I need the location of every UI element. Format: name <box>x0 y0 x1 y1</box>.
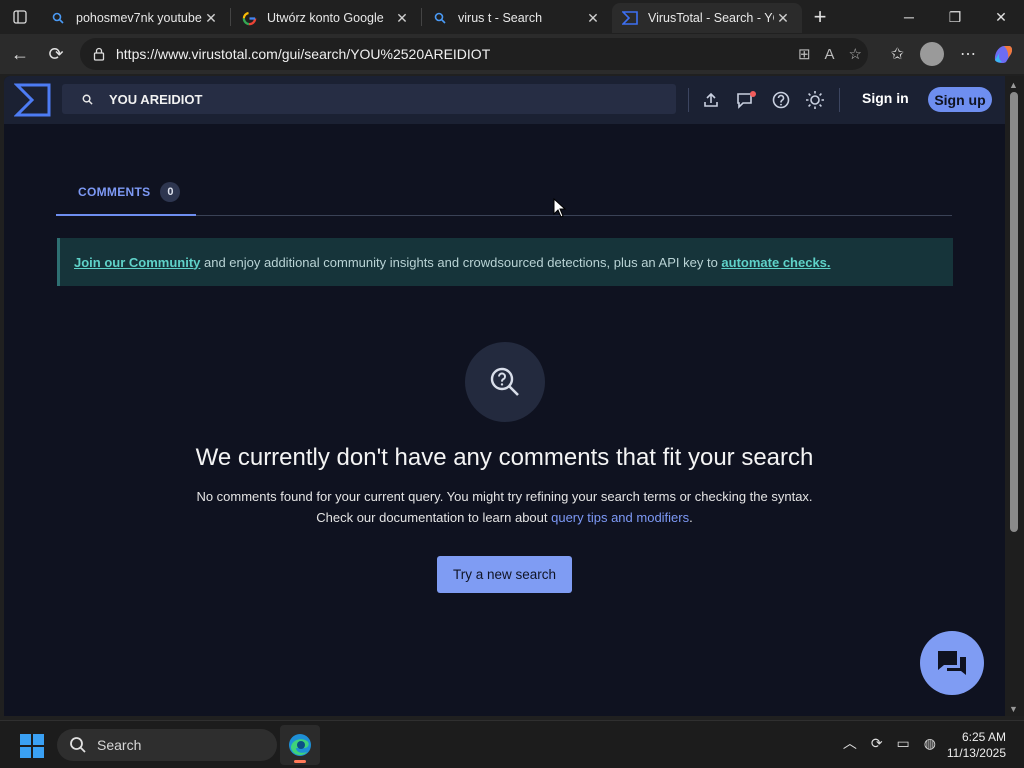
active-app-indicator <box>294 760 306 763</box>
update-sync-icon[interactable]: ⟳ <box>871 735 883 752</box>
close-tab-icon[interactable]: ✕ <box>584 10 602 27</box>
empty-state-docs-line: Check our documentation to learn about q… <box>4 510 1005 525</box>
banner-text: and enjoy additional community insights … <box>200 254 722 270</box>
tab-comments-label: COMMENTS <box>78 185 151 199</box>
virustotal-logo[interactable] <box>14 82 52 118</box>
search-icon <box>50 10 66 26</box>
page-scrollbar[interactable]: ▲ ▼ <box>1005 76 1024 716</box>
query-tips-link[interactable]: query tips and modifiers <box>551 510 689 525</box>
network-volume-icon[interactable]: ◍ <box>924 735 936 752</box>
start-menu-icon[interactable] <box>20 734 44 758</box>
header-divider <box>839 88 840 112</box>
google-icon <box>241 10 257 26</box>
virustotal-icon <box>622 10 638 26</box>
scroll-up-icon[interactable]: ▲ <box>1009 80 1018 90</box>
windows-taskbar: Search ︿ ⟳ ▭ ◍ 6:25 AM 11/13/2025 <box>0 720 1024 768</box>
restore-icon[interactable]: ❐ <box>932 0 978 34</box>
edge-taskbar-button[interactable] <box>280 725 320 765</box>
taskbar-search-box[interactable]: Search <box>57 729 277 761</box>
search-question-icon <box>490 367 519 396</box>
empty-state-title: We currently don't have any comments tha… <box>195 444 814 471</box>
read-aloud-icon[interactable]: A <box>825 46 835 63</box>
chat-icon <box>938 651 966 675</box>
tab-actions-button[interactable] <box>0 0 40 34</box>
comments-count-badge: 0 <box>160 182 181 202</box>
scroll-down-icon[interactable]: ▼ <box>1009 704 1018 714</box>
copilot-icon[interactable] <box>992 44 1014 64</box>
mouse-cursor-icon <box>553 198 567 218</box>
taskbar-search-label: Search <box>97 737 142 753</box>
empty-search-illustration <box>465 342 545 422</box>
browser-tab-1[interactable]: pohosmev7nk youtube - ✕ <box>40 3 230 33</box>
app-available-icon[interactable]: ⊞ <box>798 45 811 63</box>
join-community-link[interactable]: Join our Community <box>74 255 200 270</box>
browser-tab-strip: pohosmev7nk youtube - ✕ Utwórz konto Goo… <box>0 0 1024 34</box>
header-divider <box>688 88 689 112</box>
sign-in-link[interactable]: Sign in <box>862 90 909 106</box>
scrollbar-thumb[interactable] <box>1010 92 1018 532</box>
search-icon <box>70 737 86 753</box>
sign-up-button[interactable]: Sign up <box>928 87 992 112</box>
help-icon[interactable] <box>769 88 793 112</box>
new-tab-button[interactable]: + <box>802 4 838 30</box>
back-icon[interactable]: ← <box>2 38 38 70</box>
close-tab-icon[interactable]: ✕ <box>393 10 411 27</box>
docs-text: Check our documentation to learn about <box>316 510 552 525</box>
tab-actions-icon <box>13 10 27 24</box>
empty-state-description: No comments found for your current query… <box>196 489 813 504</box>
chat-button[interactable] <box>920 631 984 695</box>
close-window-icon[interactable]: ✕ <box>978 0 1024 34</box>
edge-icon <box>289 734 311 756</box>
tab-title: Utwórz konto Google <box>267 11 384 25</box>
search-icon <box>82 94 93 105</box>
browser-tab-4-active[interactable]: VirusTotal - Search - YOU ✕ <box>612 3 802 33</box>
tab-comments[interactable]: COMMENTS 0 <box>56 170 196 216</box>
browser-tab-3[interactable]: virus t - Search ✕ <box>422 3 612 33</box>
search-bar[interactable]: YOU AREIDIOT <box>62 84 676 114</box>
browser-tab-2[interactable]: Utwórz konto Google ✕ <box>231 3 421 33</box>
display-icon[interactable]: ▭ <box>897 735 910 752</box>
browser-toolbar: ← ⟳ https://www.virustotal.com/gui/searc… <box>0 34 1024 74</box>
search-input-value: YOU AREIDIOT <box>109 91 203 107</box>
community-banner: Join our Community and enjoy additional … <box>57 238 953 286</box>
search-icon <box>432 10 448 26</box>
window-controls: ─ ❐ ✕ <box>886 0 1024 34</box>
minimize-icon[interactable]: ─ <box>886 0 932 34</box>
url-text: https://www.virustotal.com/gui/search/YO… <box>116 46 491 62</box>
tab-title: virus t - Search <box>458 11 543 25</box>
try-new-search-button[interactable]: Try a new search <box>437 556 572 593</box>
system-tray: ︿ ⟳ ▭ ◍ <box>843 733 936 753</box>
docs-suffix: . <box>689 510 693 525</box>
favorites-icon[interactable]: ✩ <box>891 44 904 64</box>
close-tab-icon[interactable]: ✕ <box>774 10 792 27</box>
clock-time: 6:25 AM <box>961 730 1006 744</box>
notifications-icon[interactable] <box>734 88 758 112</box>
refresh-icon[interactable]: ⟳ <box>38 38 74 70</box>
theme-toggle-icon[interactable] <box>803 88 827 112</box>
close-tab-icon[interactable]: ✕ <box>202 10 220 27</box>
profile-avatar[interactable] <box>920 42 944 66</box>
address-bar[interactable]: https://www.virustotal.com/gui/search/YO… <box>80 38 868 70</box>
clock-date: 11/13/2025 <box>946 746 1006 760</box>
tab-title: pohosmev7nk youtube - <box>76 11 202 25</box>
lock-icon <box>93 47 105 61</box>
results-tabs: COMMENTS 0 <box>56 170 952 216</box>
automate-checks-link[interactable]: automate checks. <box>721 255 830 270</box>
show-hidden-icons-icon[interactable]: ︿ <box>843 733 857 753</box>
vt-header: YOU AREIDIOT Sign in Sign up <box>4 76 1005 124</box>
taskbar-clock[interactable]: 6:25 AM 11/13/2025 <box>936 729 1006 761</box>
upload-icon[interactable] <box>699 88 723 112</box>
more-menu-icon[interactable]: ⋯ <box>960 44 976 64</box>
tab-title: VirusTotal - Search - YOU <box>648 11 774 25</box>
page-viewport: YOU AREIDIOT Sign in Sign up COMMENTS 0 … <box>4 76 1005 716</box>
favorite-star-icon[interactable]: ☆ <box>849 45 862 63</box>
